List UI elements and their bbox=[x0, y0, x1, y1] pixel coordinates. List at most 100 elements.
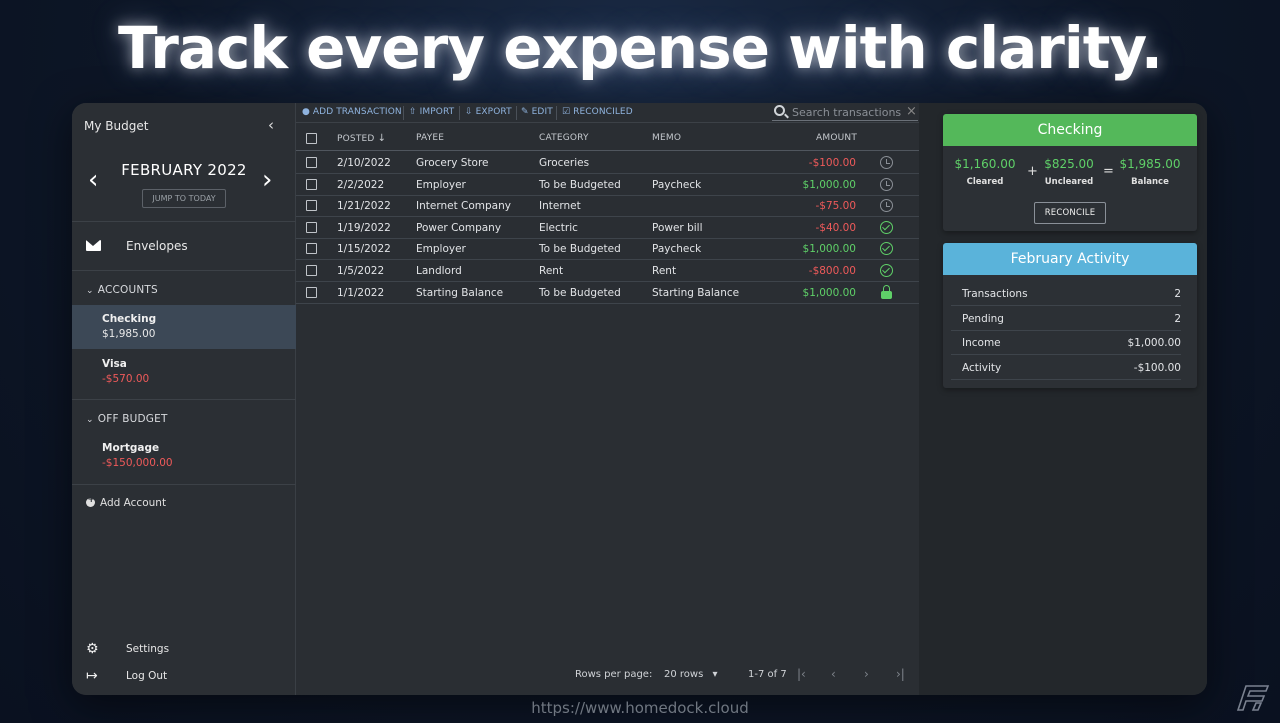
accounts-section-toggle[interactable]: ⌄ ACCOUNTS bbox=[86, 284, 158, 296]
jump-to-today-button[interactable]: JUMP TO TODAY bbox=[142, 189, 226, 208]
rows-per-page-label: Rows per page: bbox=[575, 669, 653, 680]
table-row[interactable]: 2/10/2022 Grocery Store Groceries -$100.00 bbox=[296, 152, 919, 174]
budget-title: My Budget bbox=[84, 119, 149, 133]
activity-value: 2 bbox=[1174, 288, 1181, 300]
table-row[interactable]: 1/1/2022 Starting Balance To be Budgeted St… bbox=[296, 282, 919, 304]
cell-amount: $1,000.00 bbox=[802, 286, 856, 299]
toolbar-separator bbox=[556, 106, 557, 120]
last-page-icon[interactable]: ›| bbox=[896, 667, 905, 681]
cell-category: Internet bbox=[539, 200, 581, 213]
edit-label: EDIT bbox=[531, 107, 553, 117]
reconciled-label: RECONCILED bbox=[573, 107, 633, 117]
row-checkbox[interactable] bbox=[306, 286, 317, 298]
search-icon bbox=[774, 105, 785, 116]
cell-amount: -$100.00 bbox=[808, 157, 856, 169]
table-row[interactable]: 2/2/2022 Employer To be Budgeted Paycheck $1… bbox=[296, 174, 919, 196]
cell-amount: -$800.00 bbox=[808, 265, 856, 277]
cell-memo: Power bill bbox=[652, 221, 703, 234]
next-page-icon[interactable]: › bbox=[864, 667, 869, 681]
row-checkbox[interactable] bbox=[306, 178, 317, 190]
add-transaction-button[interactable]: ● ADD TRANSACTION bbox=[302, 107, 402, 117]
chevron-down-icon: ⌄ bbox=[86, 415, 94, 425]
logout-button[interactable]: ↦ Log Out bbox=[72, 666, 296, 688]
clock-icon[interactable] bbox=[880, 177, 893, 191]
cell-posted: 2/10/2022 bbox=[337, 157, 391, 169]
cell-payee: Starting Balance bbox=[416, 286, 504, 299]
add-account-button[interactable]: Add Account bbox=[86, 495, 166, 509]
table-footer: Rows per page: 20 rows ▾ 1-7 of 7 |‹ ‹ ›… bbox=[296, 663, 919, 687]
activity-card-title: February Activity bbox=[943, 243, 1197, 275]
checking-card-title: Checking bbox=[943, 114, 1197, 146]
logout-label: Log Out bbox=[126, 670, 168, 682]
import-button[interactable]: ⇧ IMPORT bbox=[409, 107, 454, 117]
cell-memo: Paycheck bbox=[652, 243, 702, 256]
off-budget-header: OFF BUDGET bbox=[97, 413, 168, 425]
column-category[interactable]: CATEGORY bbox=[539, 133, 589, 143]
account-name: Visa bbox=[102, 358, 127, 370]
add-circle-icon: ● bbox=[302, 107, 310, 117]
accounts-header: ACCOUNTS bbox=[97, 284, 158, 296]
account-item-mortgage[interactable]: Mortgage -$150,000.00 bbox=[72, 434, 296, 478]
download-icon: ⇩ bbox=[465, 107, 473, 117]
cell-posted: 1/1/2022 bbox=[337, 286, 385, 299]
column-amount[interactable]: AMOUNT bbox=[816, 133, 857, 143]
activity-value: $1,000.00 bbox=[1127, 337, 1181, 350]
activity-row: Transactions 2 bbox=[951, 282, 1181, 306]
clock-icon[interactable] bbox=[880, 199, 893, 213]
toolbar-separator bbox=[516, 106, 517, 120]
cell-posted: 1/15/2022 bbox=[337, 243, 391, 256]
settings-button[interactable]: ⚙ Settings bbox=[72, 639, 296, 661]
row-checkbox[interactable] bbox=[306, 265, 317, 276]
account-item-checking[interactable]: Checking $1,985.00 bbox=[72, 305, 296, 349]
off-budget-section-toggle[interactable]: ⌄ OFF BUDGET bbox=[86, 413, 168, 425]
toolbar-separator bbox=[459, 106, 460, 120]
logout-icon: ↦ bbox=[86, 668, 98, 684]
prev-page-icon[interactable]: ‹ bbox=[831, 667, 836, 681]
reconcile-button[interactable]: RECONCILE bbox=[1034, 202, 1106, 224]
check-circle-icon[interactable] bbox=[880, 264, 893, 277]
check-circle-icon[interactable] bbox=[880, 220, 893, 234]
rows-per-page-select[interactable]: 20 rows ▾ bbox=[664, 669, 718, 680]
cell-payee: Grocery Store bbox=[416, 157, 489, 169]
reconciled-toggle[interactable]: ☑ RECONCILED bbox=[562, 107, 633, 117]
next-month-icon[interactable]: › bbox=[262, 167, 272, 193]
headline: Track every expense with clarity. bbox=[118, 14, 1163, 82]
check-circle-icon[interactable] bbox=[880, 242, 893, 256]
export-button[interactable]: ⇩ EXPORT bbox=[465, 107, 512, 117]
account-balance: -$570.00 bbox=[102, 373, 150, 385]
close-icon[interactable]: × bbox=[906, 104, 917, 119]
search-input[interactable] bbox=[792, 104, 902, 120]
row-checkbox[interactable] bbox=[306, 243, 317, 255]
column-payee[interactable]: PAYEE bbox=[416, 133, 444, 143]
row-checkbox[interactable] bbox=[306, 221, 317, 233]
cleared-amount: $1,160.00 bbox=[954, 157, 1016, 171]
table-row[interactable]: 1/21/2022 Internet Company Internet -$75.00 bbox=[296, 195, 919, 218]
lock-icon[interactable] bbox=[881, 284, 892, 299]
row-checkbox[interactable] bbox=[306, 200, 317, 212]
collapse-sidebar-icon[interactable]: ‹ bbox=[268, 116, 274, 134]
equals-sign: = bbox=[1103, 164, 1114, 179]
table-row[interactable]: 1/5/2022 Landlord Rent Rent -$800.00 bbox=[296, 260, 919, 282]
cell-amount: -$75.00 bbox=[815, 200, 856, 213]
cell-category: Electric bbox=[539, 221, 578, 234]
column-memo[interactable]: MEMO bbox=[652, 133, 681, 143]
toolbar-separator bbox=[403, 106, 404, 120]
activity-value: 2 bbox=[1174, 312, 1181, 325]
arrow-down-icon: ↓ bbox=[377, 133, 387, 144]
cell-amount: $1,000.00 bbox=[802, 243, 856, 256]
table-row[interactable]: 1/19/2022 Power Company Electric Power bill… bbox=[296, 217, 919, 239]
first-page-icon[interactable]: |‹ bbox=[797, 667, 806, 681]
sidebar-item-envelopes[interactable]: Envelopes bbox=[72, 233, 296, 261]
row-checkbox[interactable] bbox=[306, 157, 317, 168]
account-item-visa[interactable]: Visa -$570.00 bbox=[72, 350, 296, 394]
export-label: EXPORT bbox=[475, 107, 512, 117]
clock-icon[interactable] bbox=[880, 156, 893, 169]
select-all-checkbox[interactable] bbox=[306, 133, 317, 144]
checking-card: Checking $1,160.00 Cleared + $825.00 Unc… bbox=[943, 114, 1197, 231]
edit-button[interactable]: ✎ EDIT bbox=[521, 107, 553, 117]
table-row[interactable]: 1/15/2022 Employer To be Budgeted Paycheck $… bbox=[296, 238, 919, 261]
column-posted[interactable]: POSTED ↓ bbox=[337, 133, 386, 144]
sidebar: My Budget ‹ ‹ FEBRUARY 2022 › JUMP TO TO… bbox=[72, 103, 296, 695]
month-selector: ‹ FEBRUARY 2022 › JUMP TO TODAY bbox=[72, 157, 296, 217]
activity-label: Transactions bbox=[962, 288, 1028, 300]
